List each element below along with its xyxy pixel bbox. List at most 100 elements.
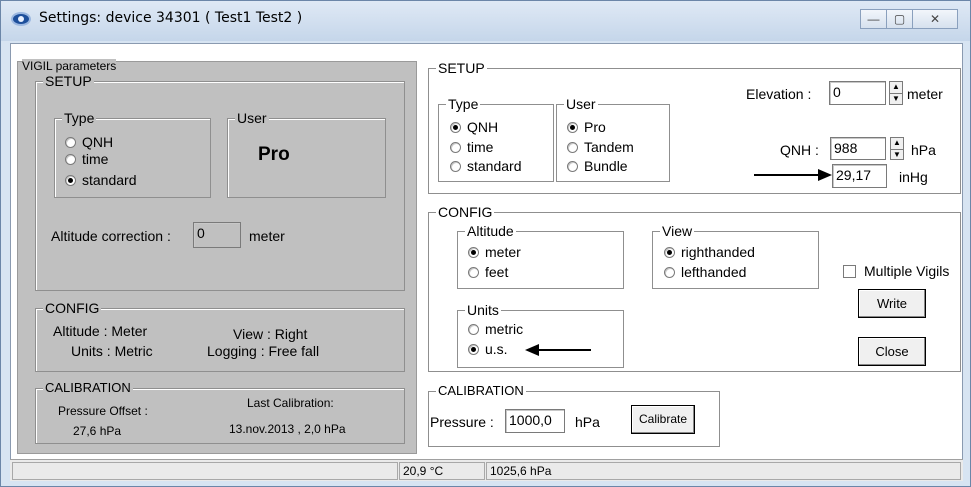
elevation-label: Elevation : bbox=[746, 86, 812, 102]
vigil-user-legend: User bbox=[235, 110, 269, 126]
vigil-config-logging: Logging : Free fall bbox=[207, 343, 320, 359]
close-icon: ✕ bbox=[929, 12, 941, 26]
type-option-standard[interactable]: standard bbox=[450, 158, 521, 174]
vigil-config-group: CONFIG bbox=[35, 300, 405, 372]
qnh-label: QNH : bbox=[780, 142, 819, 158]
spin-up-icon[interactable]: ▲ bbox=[890, 82, 902, 93]
spin-down-icon[interactable]: ▼ bbox=[890, 93, 902, 104]
vigil-type-legend: Type bbox=[62, 110, 97, 126]
write-button[interactable]: Write bbox=[858, 289, 926, 318]
user-option-tandem[interactable]: Tandem bbox=[567, 139, 634, 155]
view-option-lefthanded[interactable]: lefthanded bbox=[664, 264, 746, 280]
multiple-vigils-label[interactable]: Multiple Vigils bbox=[864, 263, 949, 279]
vigil-type-option-qnh: QNH bbox=[65, 134, 113, 150]
radio-checked-icon bbox=[65, 174, 76, 186]
altitude-legend: Altitude bbox=[465, 223, 516, 239]
pressure-field[interactable]: 1000,0 bbox=[505, 409, 565, 433]
status-temperature: 20,9 °C bbox=[399, 462, 485, 480]
units-legend: Units bbox=[465, 302, 501, 318]
units-group: Units bbox=[457, 302, 624, 368]
vigil-setup-legend: SETUP bbox=[43, 73, 94, 89]
radio-checked-icon bbox=[468, 246, 479, 258]
radio-icon bbox=[450, 141, 461, 153]
type-option-qnh[interactable]: QNH bbox=[450, 119, 498, 135]
maximize-icon: ▢ bbox=[893, 12, 906, 26]
annotation-arrow-right-icon bbox=[754, 169, 832, 181]
elevation-unit: meter bbox=[907, 86, 943, 102]
vigil-user-group: User bbox=[227, 110, 386, 198]
vigil-user-value: Pro bbox=[258, 144, 290, 165]
radio-icon bbox=[567, 160, 578, 172]
qnh-unit: hPa bbox=[911, 142, 936, 158]
altitude-correction-field: 0 bbox=[193, 222, 241, 248]
maximize-button[interactable]: ▢ bbox=[886, 9, 913, 29]
inhg-unit: inHg bbox=[899, 169, 928, 185]
multiple-vigils-checkbox[interactable] bbox=[843, 265, 856, 278]
radio-icon bbox=[65, 153, 76, 165]
radio-icon bbox=[450, 160, 461, 172]
altitude-option-meter[interactable]: meter bbox=[468, 244, 521, 260]
pressure-label: Pressure : bbox=[430, 414, 494, 430]
altitude-group: Altitude bbox=[457, 223, 624, 289]
radio-icon bbox=[468, 266, 479, 278]
units-option-metric[interactable]: metric bbox=[468, 321, 523, 337]
qnh-spinner[interactable]: ▲ ▼ bbox=[890, 137, 904, 160]
radio-icon bbox=[468, 323, 479, 335]
vigil-calibration-legend: CALIBRATION bbox=[43, 380, 133, 396]
setup-legend: SETUP bbox=[436, 60, 487, 76]
units-option-us[interactable]: u.s. bbox=[468, 341, 508, 357]
user-option-bundle[interactable]: Bundle bbox=[567, 158, 628, 174]
vigil-config-altitude: Altitude : Meter bbox=[53, 323, 148, 339]
vigil-type-option-standard: standard bbox=[65, 172, 136, 188]
spin-down-icon[interactable]: ▼ bbox=[891, 148, 903, 160]
last-calibration-value: 13.nov.2013 , 2,0 hPa bbox=[229, 422, 346, 436]
user-option-pro[interactable]: Pro bbox=[567, 119, 606, 135]
vigil-parameters-label: VIGIL parameters bbox=[22, 59, 117, 73]
app-eye-icon bbox=[11, 12, 31, 26]
status-pressure: 1025,6 hPa bbox=[486, 462, 961, 480]
config-legend: CONFIG bbox=[436, 204, 495, 220]
spin-up-icon[interactable]: ▲ bbox=[891, 138, 903, 149]
altitude-option-feet[interactable]: feet bbox=[468, 264, 508, 280]
status-bar: 20,9 °C 1025,6 hPa bbox=[10, 459, 963, 481]
radio-icon bbox=[567, 141, 578, 153]
calibration-legend: CALIBRATION bbox=[436, 383, 526, 399]
last-calibration-label: Last Calibration: bbox=[247, 396, 334, 410]
vigil-config-legend: CONFIG bbox=[43, 300, 102, 316]
radio-checked-icon bbox=[664, 246, 675, 258]
type-option-time[interactable]: time bbox=[450, 139, 493, 155]
close-window-button[interactable]: ✕ bbox=[912, 9, 958, 29]
vigil-config-units: Units : Metric bbox=[71, 343, 153, 359]
radio-icon bbox=[65, 136, 76, 148]
settings-window: Settings: device 34301 ( Test1 Test2 ) —… bbox=[0, 0, 971, 487]
elevation-spinner[interactable]: ▲ ▼ bbox=[889, 81, 903, 105]
vigil-type-option-time: time bbox=[65, 151, 108, 167]
view-group: View bbox=[652, 223, 819, 289]
pressure-offset-value: 27,6 hPa bbox=[73, 424, 122, 438]
elevation-field[interactable]: 0 bbox=[829, 81, 886, 105]
minimize-button[interactable]: — bbox=[860, 9, 887, 29]
radio-checked-icon bbox=[450, 121, 461, 133]
pressure-unit: hPa bbox=[575, 414, 600, 430]
pressure-offset-label: Pressure Offset : bbox=[58, 404, 148, 418]
altitude-correction-unit: meter bbox=[249, 228, 285, 244]
calibrate-button[interactable]: Calibrate bbox=[631, 405, 695, 434]
type-legend: Type bbox=[446, 96, 481, 112]
status-cell-empty bbox=[12, 462, 398, 480]
inhg-field[interactable]: 29,17 bbox=[832, 164, 887, 188]
vigil-config-view: View : Right bbox=[233, 326, 308, 342]
radio-icon bbox=[664, 266, 675, 278]
window-controls: — ▢ ✕ bbox=[860, 9, 958, 29]
minimize-icon: — bbox=[867, 12, 880, 26]
qnh-field[interactable]: 988 bbox=[830, 137, 886, 160]
radio-checked-icon bbox=[567, 121, 578, 133]
radio-checked-icon bbox=[468, 343, 479, 355]
title-bar[interactable]: Settings: device 34301 ( Test1 Test2 ) —… bbox=[1, 1, 970, 41]
view-option-righthanded[interactable]: righthanded bbox=[664, 244, 755, 260]
user-legend: User bbox=[564, 96, 598, 112]
window-title: Settings: device 34301 ( Test1 Test2 ) bbox=[39, 10, 303, 26]
view-legend: View bbox=[660, 223, 695, 239]
annotation-arrow-left-icon bbox=[525, 344, 591, 356]
close-button[interactable]: Close bbox=[858, 337, 926, 366]
altitude-correction-label: Altitude correction : bbox=[51, 228, 171, 244]
